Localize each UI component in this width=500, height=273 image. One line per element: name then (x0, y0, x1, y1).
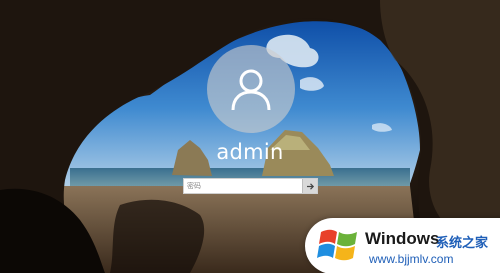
arrow-right-icon (306, 182, 314, 190)
password-input[interactable] (184, 179, 302, 193)
user-icon (231, 69, 271, 111)
site-watermark: Windows 系统之家 www.bjjmlv.com (305, 218, 500, 273)
watermark-subtitle: 系统之家 (436, 236, 489, 251)
windows-logo-icon (317, 229, 357, 261)
lock-screen: admin Windows 系统之家 www.bjjmlv.com (0, 0, 500, 273)
watermark-title: Windows (365, 229, 440, 248)
submit-button[interactable] (302, 179, 317, 193)
watermark-url: www.bjjmlv.com (369, 252, 454, 266)
password-box (183, 178, 318, 194)
user-avatar[interactable] (207, 45, 295, 133)
username-label: admin (216, 140, 284, 164)
